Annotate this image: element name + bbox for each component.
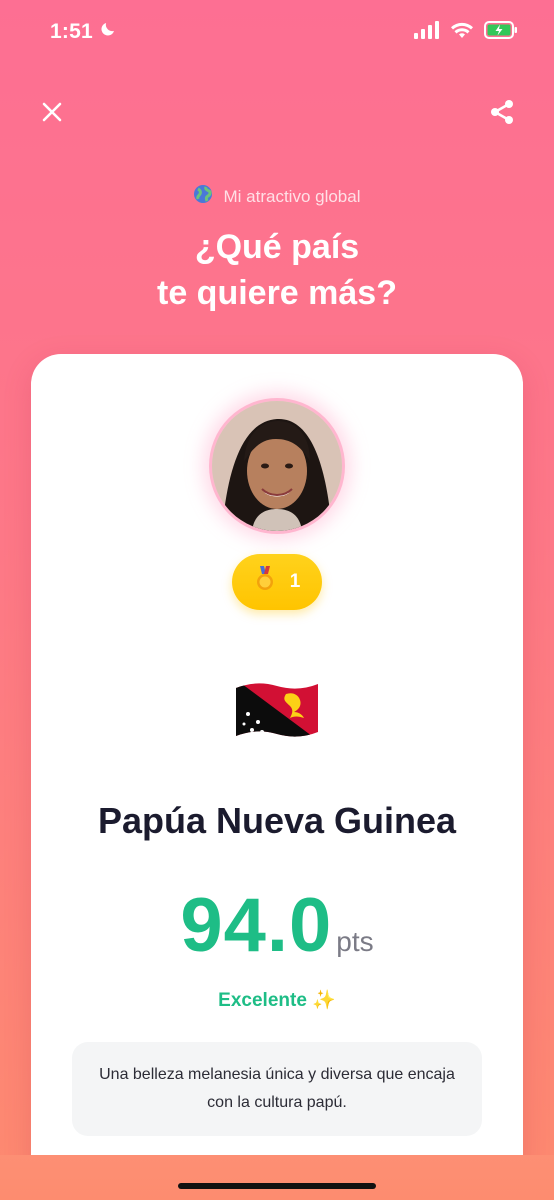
avatar [209,398,345,534]
rank-number: 1 [289,571,301,592]
score-value: 94.0 [180,883,333,968]
description-text: Una belleza melanesia única y diversa qu… [99,1066,455,1111]
signal-icon [414,20,440,44]
battery-charging-icon [484,20,518,44]
status-time: 1:51 [50,20,117,44]
title-line-2: te quiere más? [157,274,397,312]
papua-new-guinea-flag [234,678,320,742]
close-button[interactable] [32,94,72,134]
share-icon [488,98,516,131]
globe-icon [193,184,213,209]
score-display: 94.0 pts [31,882,523,969]
wifi-icon [450,21,474,44]
rating-label: Excelente ✨ [218,990,336,1011]
moon-icon [99,20,117,44]
score-unit: pts [336,926,374,957]
top-toolbar [0,90,554,136]
result-card: 1 Papúa Nueva Guinea 94.0 pts Excelente … [31,354,523,1200]
clock-text: 1:51 [50,20,93,43]
rank-badge: 1 [232,554,322,610]
section-subtitle: Mi atractivo global [0,184,554,209]
bottom-bar [0,1155,554,1200]
page-title: ¿Qué país te quiere más? [0,224,554,316]
status-icons [414,20,518,44]
title-line-1: ¿Qué país [194,228,360,266]
home-indicator[interactable] [178,1183,376,1189]
description-box: Una belleza melanesia única y diversa qu… [72,1042,482,1136]
country-name: Papúa Nueva Guinea [97,800,457,841]
close-icon [41,101,63,128]
medal-icon [254,566,276,598]
subtitle-text: Mi atractivo global [223,186,361,206]
share-button[interactable] [482,94,522,134]
status-bar: 1:51 [0,0,554,64]
